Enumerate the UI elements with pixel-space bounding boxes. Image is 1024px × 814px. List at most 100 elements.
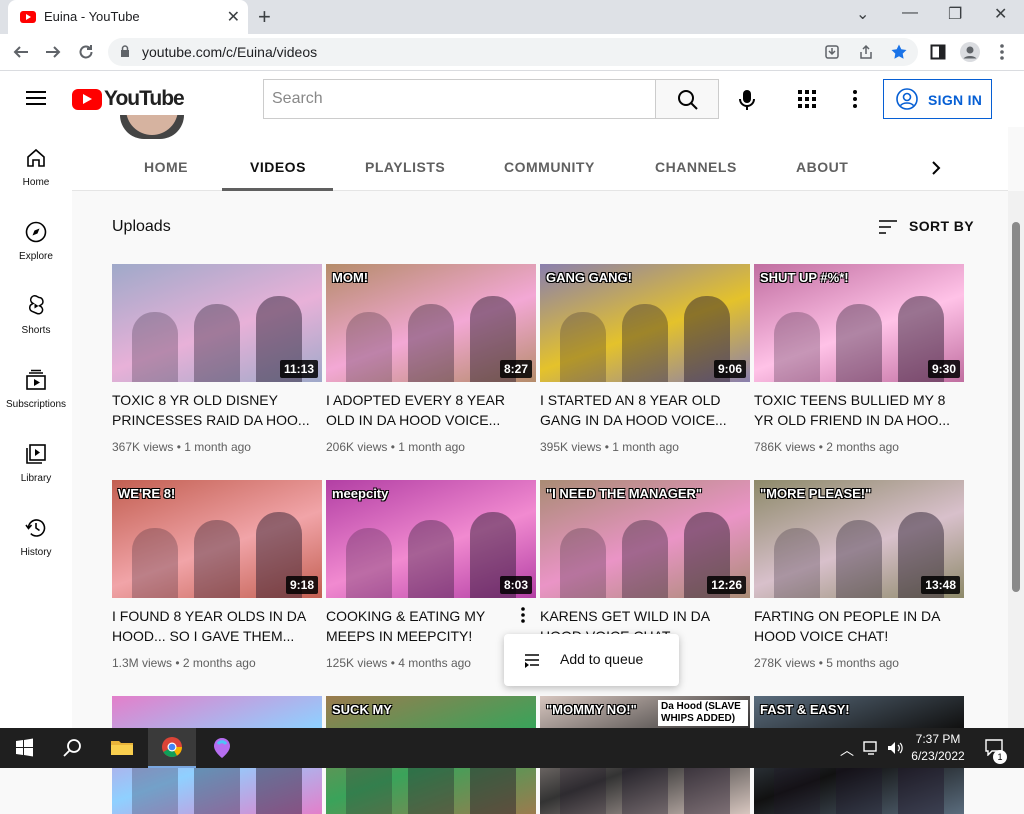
chrome-taskbar-button[interactable] — [148, 728, 196, 768]
minimize-button[interactable]: — — [902, 4, 918, 22]
video-thumbnail[interactable]: WE'RE 8! 9:18 — [112, 480, 322, 598]
video-age: 4 months ago — [398, 656, 471, 670]
share-icon[interactable] — [858, 44, 874, 60]
nav-item-shorts[interactable]: Shorts — [0, 275, 72, 349]
bookmark-star-icon[interactable] — [890, 43, 908, 61]
thumbnail-figure — [194, 304, 240, 382]
volume-icon[interactable] — [886, 740, 904, 756]
video-action-menu-icon[interactable] — [520, 606, 526, 624]
channel-avatar[interactable] — [120, 115, 184, 139]
chevron-right-icon[interactable] — [930, 160, 942, 176]
clock-date[interactable]: 6/23/2022 — [908, 749, 968, 763]
video-thumbnail[interactable]: meepcity 8:03 — [326, 480, 536, 598]
video-thumbnail[interactable]: GANG GANG! 9:06 — [540, 264, 750, 382]
queue-icon — [525, 654, 539, 668]
forward-arrow-icon[interactable] — [44, 43, 62, 61]
file-explorer-icon[interactable] — [98, 728, 146, 768]
windows-taskbar: ︿ 7:37 PM 6/23/2022 — [0, 728, 1024, 768]
youtube-logo-icon[interactable] — [72, 89, 102, 110]
clock-time[interactable]: 7:37 PM — [908, 732, 968, 746]
nav-item-history[interactable]: History — [0, 497, 72, 571]
youtube-logo-text[interactable]: YouTube — [104, 87, 185, 111]
url-text[interactable]: youtube.com/c/Euina/videos — [142, 44, 317, 60]
tab-videos[interactable]: VIDEOS — [250, 159, 306, 175]
meta-separator: • — [601, 440, 613, 454]
close-window-button[interactable]: ✕ — [994, 4, 1007, 24]
video-title[interactable]: I FOUND 8 YEAR OLDS IN DA HOOD... SO I G… — [112, 606, 312, 646]
nav-label: Shorts — [21, 325, 51, 336]
tab-channels[interactable]: CHANNELS — [655, 159, 737, 175]
thumbnail-figure — [408, 520, 454, 598]
video-title[interactable]: I ADOPTED EVERY 8 YEAR OLD IN DA HOOD VO… — [326, 390, 526, 430]
nav-item-explore[interactable]: Explore — [0, 201, 72, 275]
active-tab-indicator — [222, 188, 333, 191]
thumbnail-overlay-text: MOM! — [332, 270, 369, 285]
tab-playlists[interactable]: PLAYLISTS — [365, 159, 445, 175]
browser-tab[interactable]: Euina - YouTube ✕ — [8, 0, 248, 34]
profile-icon[interactable] — [959, 41, 981, 63]
show-hidden-icons[interactable]: ︿ — [840, 740, 854, 760]
install-icon[interactable] — [824, 44, 840, 60]
video-duration: 8:03 — [499, 576, 532, 594]
back-arrow-icon[interactable] — [12, 43, 30, 61]
menu-icon[interactable] — [26, 91, 46, 105]
new-tab-button[interactable]: + — [258, 4, 271, 30]
tab-close-icon[interactable]: ✕ — [227, 7, 240, 27]
windows-start-icon[interactable] — [0, 728, 48, 768]
video-thumbnail[interactable]: "I NEED THE MANAGER" 12:26 — [540, 480, 750, 598]
side-panel-icon[interactable] — [930, 44, 946, 60]
video-metadata: 786K views • 2 months ago — [754, 440, 899, 454]
video-title[interactable]: TOXIC TEENS BULLIED MY 8 YR OLD FRIEND I… — [754, 390, 954, 430]
video-title[interactable]: COOKING & EATING MY MEEPS IN MEEPCITY! — [326, 606, 526, 646]
search-icon[interactable] — [48, 728, 96, 768]
reload-icon[interactable] — [77, 43, 95, 61]
video-age: 1 month ago — [612, 440, 679, 454]
restore-button[interactable]: ❐ — [948, 4, 962, 24]
video-thumbnail[interactable]: SHUT UP #%*! 9:30 — [754, 264, 964, 382]
network-icon[interactable] — [862, 740, 880, 756]
thumbnail-figure — [346, 528, 392, 598]
chrome-menu-icon[interactable] — [999, 43, 1005, 61]
thumbnail-figure — [346, 312, 392, 382]
meta-separator: • — [173, 440, 185, 454]
paint-app-icon[interactable] — [198, 728, 246, 768]
video-duration: 8:27 — [499, 360, 532, 378]
apps-grid-icon[interactable] — [797, 89, 817, 109]
thumbnail-overlay-text: SUCK MY — [332, 702, 392, 717]
nav-label: History — [20, 547, 52, 558]
video-metadata: 206K views • 1 month ago — [326, 440, 465, 454]
search-input[interactable] — [263, 79, 656, 119]
microphone-icon[interactable] — [736, 89, 758, 111]
search-button[interactable] — [655, 79, 719, 119]
more-vert-icon[interactable] — [852, 89, 858, 109]
thumbnail-figure — [622, 520, 668, 598]
video-title[interactable]: TOXIC 8 YR OLD DISNEY PRINCESSES RAID DA… — [112, 390, 312, 430]
thumbnail-figure — [132, 528, 178, 598]
video-metadata: 278K views • 5 months ago — [754, 656, 899, 670]
video-thumbnail[interactable]: MOM! 8:27 — [326, 264, 536, 382]
chrome-icon — [162, 737, 182, 757]
video-title[interactable]: I STARTED AN 8 YEAR OLD GANG IN DA HOOD … — [540, 390, 740, 430]
meta-separator: • — [387, 656, 399, 670]
sign-in-button[interactable]: SIGN IN — [883, 79, 992, 119]
nav-item-subscriptions[interactable]: Subscriptions — [0, 349, 72, 423]
video-thumbnail[interactable]: "MORE PLEASE!" 13:48 — [754, 480, 964, 598]
video-views: 1.3M views — [112, 656, 173, 670]
tab-community[interactable]: COMMUNITY — [504, 159, 595, 175]
tab-about[interactable]: ABOUT — [796, 159, 848, 175]
video-thumbnail[interactable]: 11:13 — [112, 264, 322, 382]
video-metadata: 367K views • 1 month ago — [112, 440, 251, 454]
thumbnail-figure — [774, 528, 820, 598]
video-title[interactable]: FARTING ON PEOPLE IN DA HOOD VOICE CHAT! — [754, 606, 954, 646]
browser-tab-bar: Euina - YouTube ✕ + ⌄ — ❐ ✕ — [0, 0, 1024, 34]
channel-tabs: HOME VIDEOS PLAYLISTS COMMUNITY CHANNELS… — [72, 115, 1008, 191]
omnibox[interactable]: youtube.com/c/Euina/videos — [108, 38, 918, 66]
video-duration: 9:18 — [285, 576, 318, 594]
nav-item-library[interactable]: Library — [0, 423, 72, 497]
scrollbar-thumb[interactable] — [1012, 222, 1020, 592]
left-nav: Home Explore Shorts Subscriptions Librar… — [0, 127, 72, 728]
nav-item-home[interactable]: Home — [0, 127, 72, 201]
add-to-queue-menu[interactable]: Add to queue — [504, 634, 679, 686]
tab-search-icon[interactable]: ⌄ — [856, 4, 869, 24]
tab-home[interactable]: HOME — [144, 159, 188, 175]
